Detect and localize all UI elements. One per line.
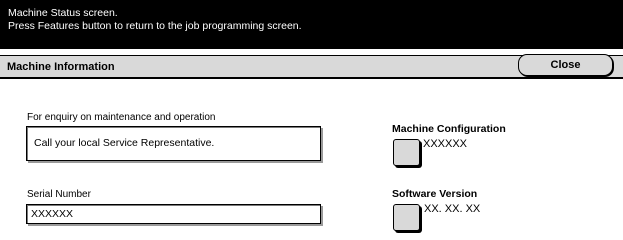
serial-number-label: Serial Number <box>27 189 91 200</box>
software-version-value: XX. XX. XX <box>424 203 481 215</box>
maintenance-label: For enquiry on maintenance and operation <box>27 112 216 123</box>
page-title: Machine Information <box>7 61 115 73</box>
status-message-bar: Machine Status screen. Press Features bu… <box>0 0 623 49</box>
machine-configuration-value: XXXXXX <box>423 138 468 150</box>
software-version-label: Software Version <box>392 188 478 200</box>
machine-configuration-button[interactable] <box>393 139 420 166</box>
serial-number-field: XXXXXX <box>26 204 321 224</box>
status-message-line-2: Press Features button to return to the j… <box>8 20 302 32</box>
status-message-line-1: Machine Status screen. <box>8 7 118 19</box>
maintenance-contact-field: Call your local Service Representative. <box>26 126 321 161</box>
machine-configuration-label: Machine Configuration <box>392 123 506 135</box>
close-button[interactable]: Close <box>518 54 613 76</box>
software-version-button[interactable] <box>393 204 420 231</box>
